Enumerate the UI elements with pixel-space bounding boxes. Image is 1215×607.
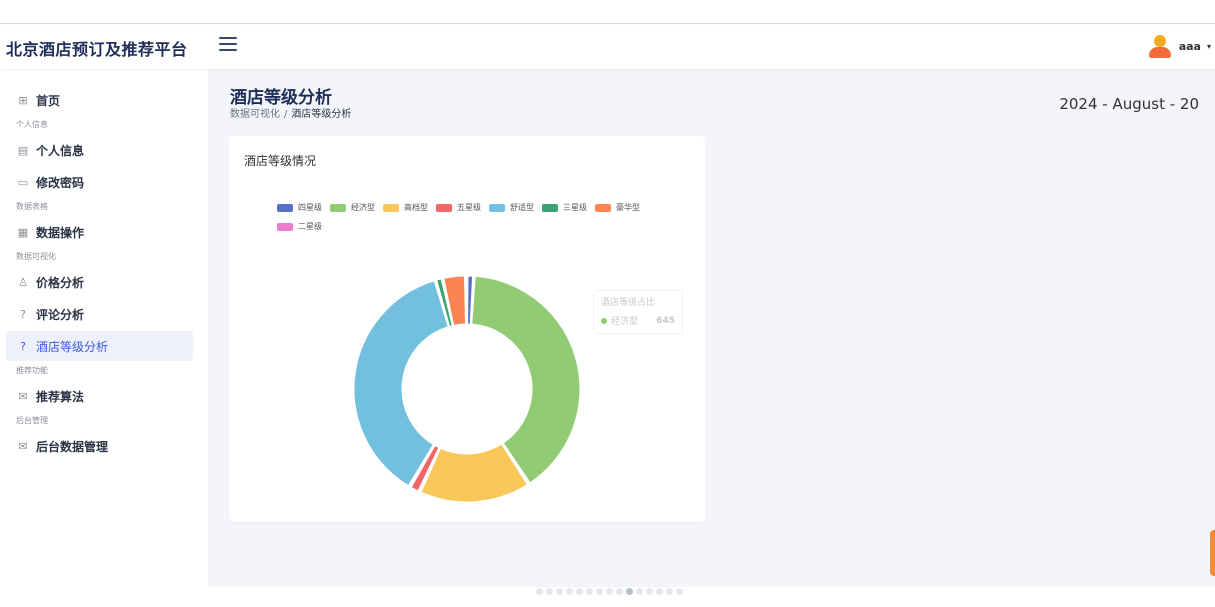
legend-label: 舒适型 bbox=[510, 203, 534, 212]
tooltip-title: 酒店等级占比 bbox=[601, 298, 656, 308]
nav-section-recommend: 推荐功能 bbox=[16, 366, 48, 375]
sidebar-item-review[interactable]: ? 评论分析 bbox=[6, 299, 193, 329]
nav-section-data-table: 数据表格 bbox=[16, 202, 48, 211]
side-drawer-handle[interactable] bbox=[1210, 530, 1215, 576]
sidebar-item-label: 修改密码 bbox=[36, 175, 85, 190]
legend-item[interactable]: 舒适型 bbox=[489, 202, 534, 213]
help-circle-icon: ? bbox=[20, 307, 26, 321]
grid-icon: ⊞ bbox=[18, 93, 28, 107]
sidebar-item-admin-data[interactable]: ✉ 后台数据管理 bbox=[6, 431, 193, 461]
sidebar-item-label: 首页 bbox=[36, 93, 61, 108]
legend-item[interactable]: 五星级 bbox=[436, 202, 481, 213]
nav-section-personal: 个人信息 bbox=[16, 120, 48, 129]
legend-label: 经济型 bbox=[351, 203, 375, 212]
pagination-dots bbox=[536, 588, 683, 595]
sidebar-item-price[interactable]: ♙ 价格分析 bbox=[6, 267, 193, 297]
legend-item[interactable]: 豪华型 bbox=[595, 202, 640, 213]
legend-swatch bbox=[277, 222, 293, 231]
sidebar-item-label: 酒店等级分析 bbox=[36, 339, 109, 354]
legend-swatch bbox=[330, 203, 346, 212]
chart-card: 酒店等级情况 四星级 经济型 高档型 五星级 舒适型 三星级 豪华型 二星级 酒店等级占比 经… bbox=[229, 136, 705, 522]
user-menu[interactable]: aaa ▾ bbox=[1147, 33, 1211, 59]
legend-swatch bbox=[436, 203, 452, 212]
user-icon: ♙ bbox=[18, 275, 28, 289]
donut-slice-7[interactable] bbox=[465, 275, 468, 325]
current-date: 2024 - August - 20 bbox=[1059, 95, 1199, 113]
id-card-icon: ▤ bbox=[17, 143, 29, 157]
mail-icon: ✉ bbox=[18, 389, 28, 403]
breadcrumb-separator: / bbox=[284, 109, 288, 120]
document-icon: ▭ bbox=[17, 175, 29, 189]
sidebar-item-data-ops[interactable]: ▦ 数据操作 bbox=[6, 217, 193, 247]
legend-label: 豪华型 bbox=[616, 203, 640, 212]
legend-swatch bbox=[383, 203, 399, 212]
sidebar-item-label: 推荐算法 bbox=[36, 389, 85, 404]
sidebar-item-home[interactable]: ⊞ 首页 bbox=[6, 85, 193, 115]
legend-label: 四星级 bbox=[298, 203, 322, 212]
nav-section-admin: 后台管理 bbox=[16, 416, 48, 425]
sidebar-item-label: 数据操作 bbox=[36, 225, 85, 240]
top-header: 北京酒店预订及推荐平台 aaa ▾ bbox=[0, 25, 1215, 69]
sidebar-item-label: 个人信息 bbox=[36, 143, 85, 158]
tooltip-value: 645 bbox=[656, 315, 675, 326]
legend-label: 五星级 bbox=[457, 203, 481, 212]
nav-section-visualization: 数据可视化 bbox=[16, 252, 56, 261]
sidebar: ⊞ 首页 个人信息 ▤ 个人信息 ▭ 修改密码 数据表格 ▦ 数据操作 数据可视… bbox=[0, 69, 208, 607]
sidebar-item-profile[interactable]: ▤ 个人信息 bbox=[6, 135, 193, 165]
legend-item[interactable]: 经济型 bbox=[330, 202, 375, 213]
table-icon: ▦ bbox=[17, 225, 29, 239]
sidebar-item-hotel-grade[interactable]: ? 酒店等级分析 bbox=[6, 331, 193, 361]
chevron-down-icon[interactable]: ▾ bbox=[1207, 42, 1211, 51]
legend-item[interactable]: 四星级 bbox=[277, 202, 322, 213]
legend-label: 二星级 bbox=[298, 222, 322, 231]
tooltip-series: 经济型 bbox=[611, 317, 639, 327]
help-circle-icon: ? bbox=[20, 339, 26, 353]
sidebar-item-label: 价格分析 bbox=[36, 275, 85, 290]
app-title: 北京酒店预订及推荐平台 bbox=[6, 40, 188, 59]
browser-top-strip bbox=[0, 0, 1215, 24]
legend-swatch bbox=[489, 203, 505, 212]
legend-swatch bbox=[542, 203, 558, 212]
chart-tooltip: 酒店等级占比 经济型 645 bbox=[593, 290, 683, 334]
sidebar-item-password[interactable]: ▭ 修改密码 bbox=[6, 167, 193, 197]
card-title: 酒店等级情况 bbox=[244, 154, 317, 168]
legend-item[interactable]: 高档型 bbox=[383, 202, 428, 213]
legend-label: 高档型 bbox=[404, 203, 428, 212]
breadcrumb: 数据可视化 / 酒店等级分析 bbox=[230, 105, 351, 120]
tooltip-dot bbox=[601, 317, 607, 324]
menu-toggle-icon[interactable] bbox=[219, 37, 237, 55]
legend-swatch bbox=[277, 203, 293, 212]
sidebar-item-label: 评论分析 bbox=[36, 307, 85, 322]
legend-swatch bbox=[595, 203, 611, 212]
sidebar-item-label: 后台数据管理 bbox=[36, 439, 109, 454]
legend-item[interactable]: 二星级 bbox=[277, 221, 322, 232]
legend-item[interactable]: 三星级 bbox=[542, 202, 587, 213]
main-content: 酒店等级分析 数据可视化 / 酒店等级分析 2024 - August - 20 酒… bbox=[208, 69, 1215, 587]
legend-label: 三星级 bbox=[563, 203, 587, 212]
breadcrumb-parent[interactable]: 数据可视化 bbox=[230, 109, 280, 120]
username[interactable]: aaa bbox=[1179, 40, 1201, 53]
chart-legend: 四星级 经济型 高档型 五星级 舒适型 三星级 豪华型二星级 bbox=[277, 202, 677, 232]
sidebar-item-algorithm[interactable]: ✉ 推荐算法 bbox=[6, 381, 193, 411]
avatar[interactable] bbox=[1147, 33, 1173, 59]
breadcrumb-current: 酒店等级分析 bbox=[291, 109, 352, 120]
mail-icon: ✉ bbox=[18, 439, 28, 453]
